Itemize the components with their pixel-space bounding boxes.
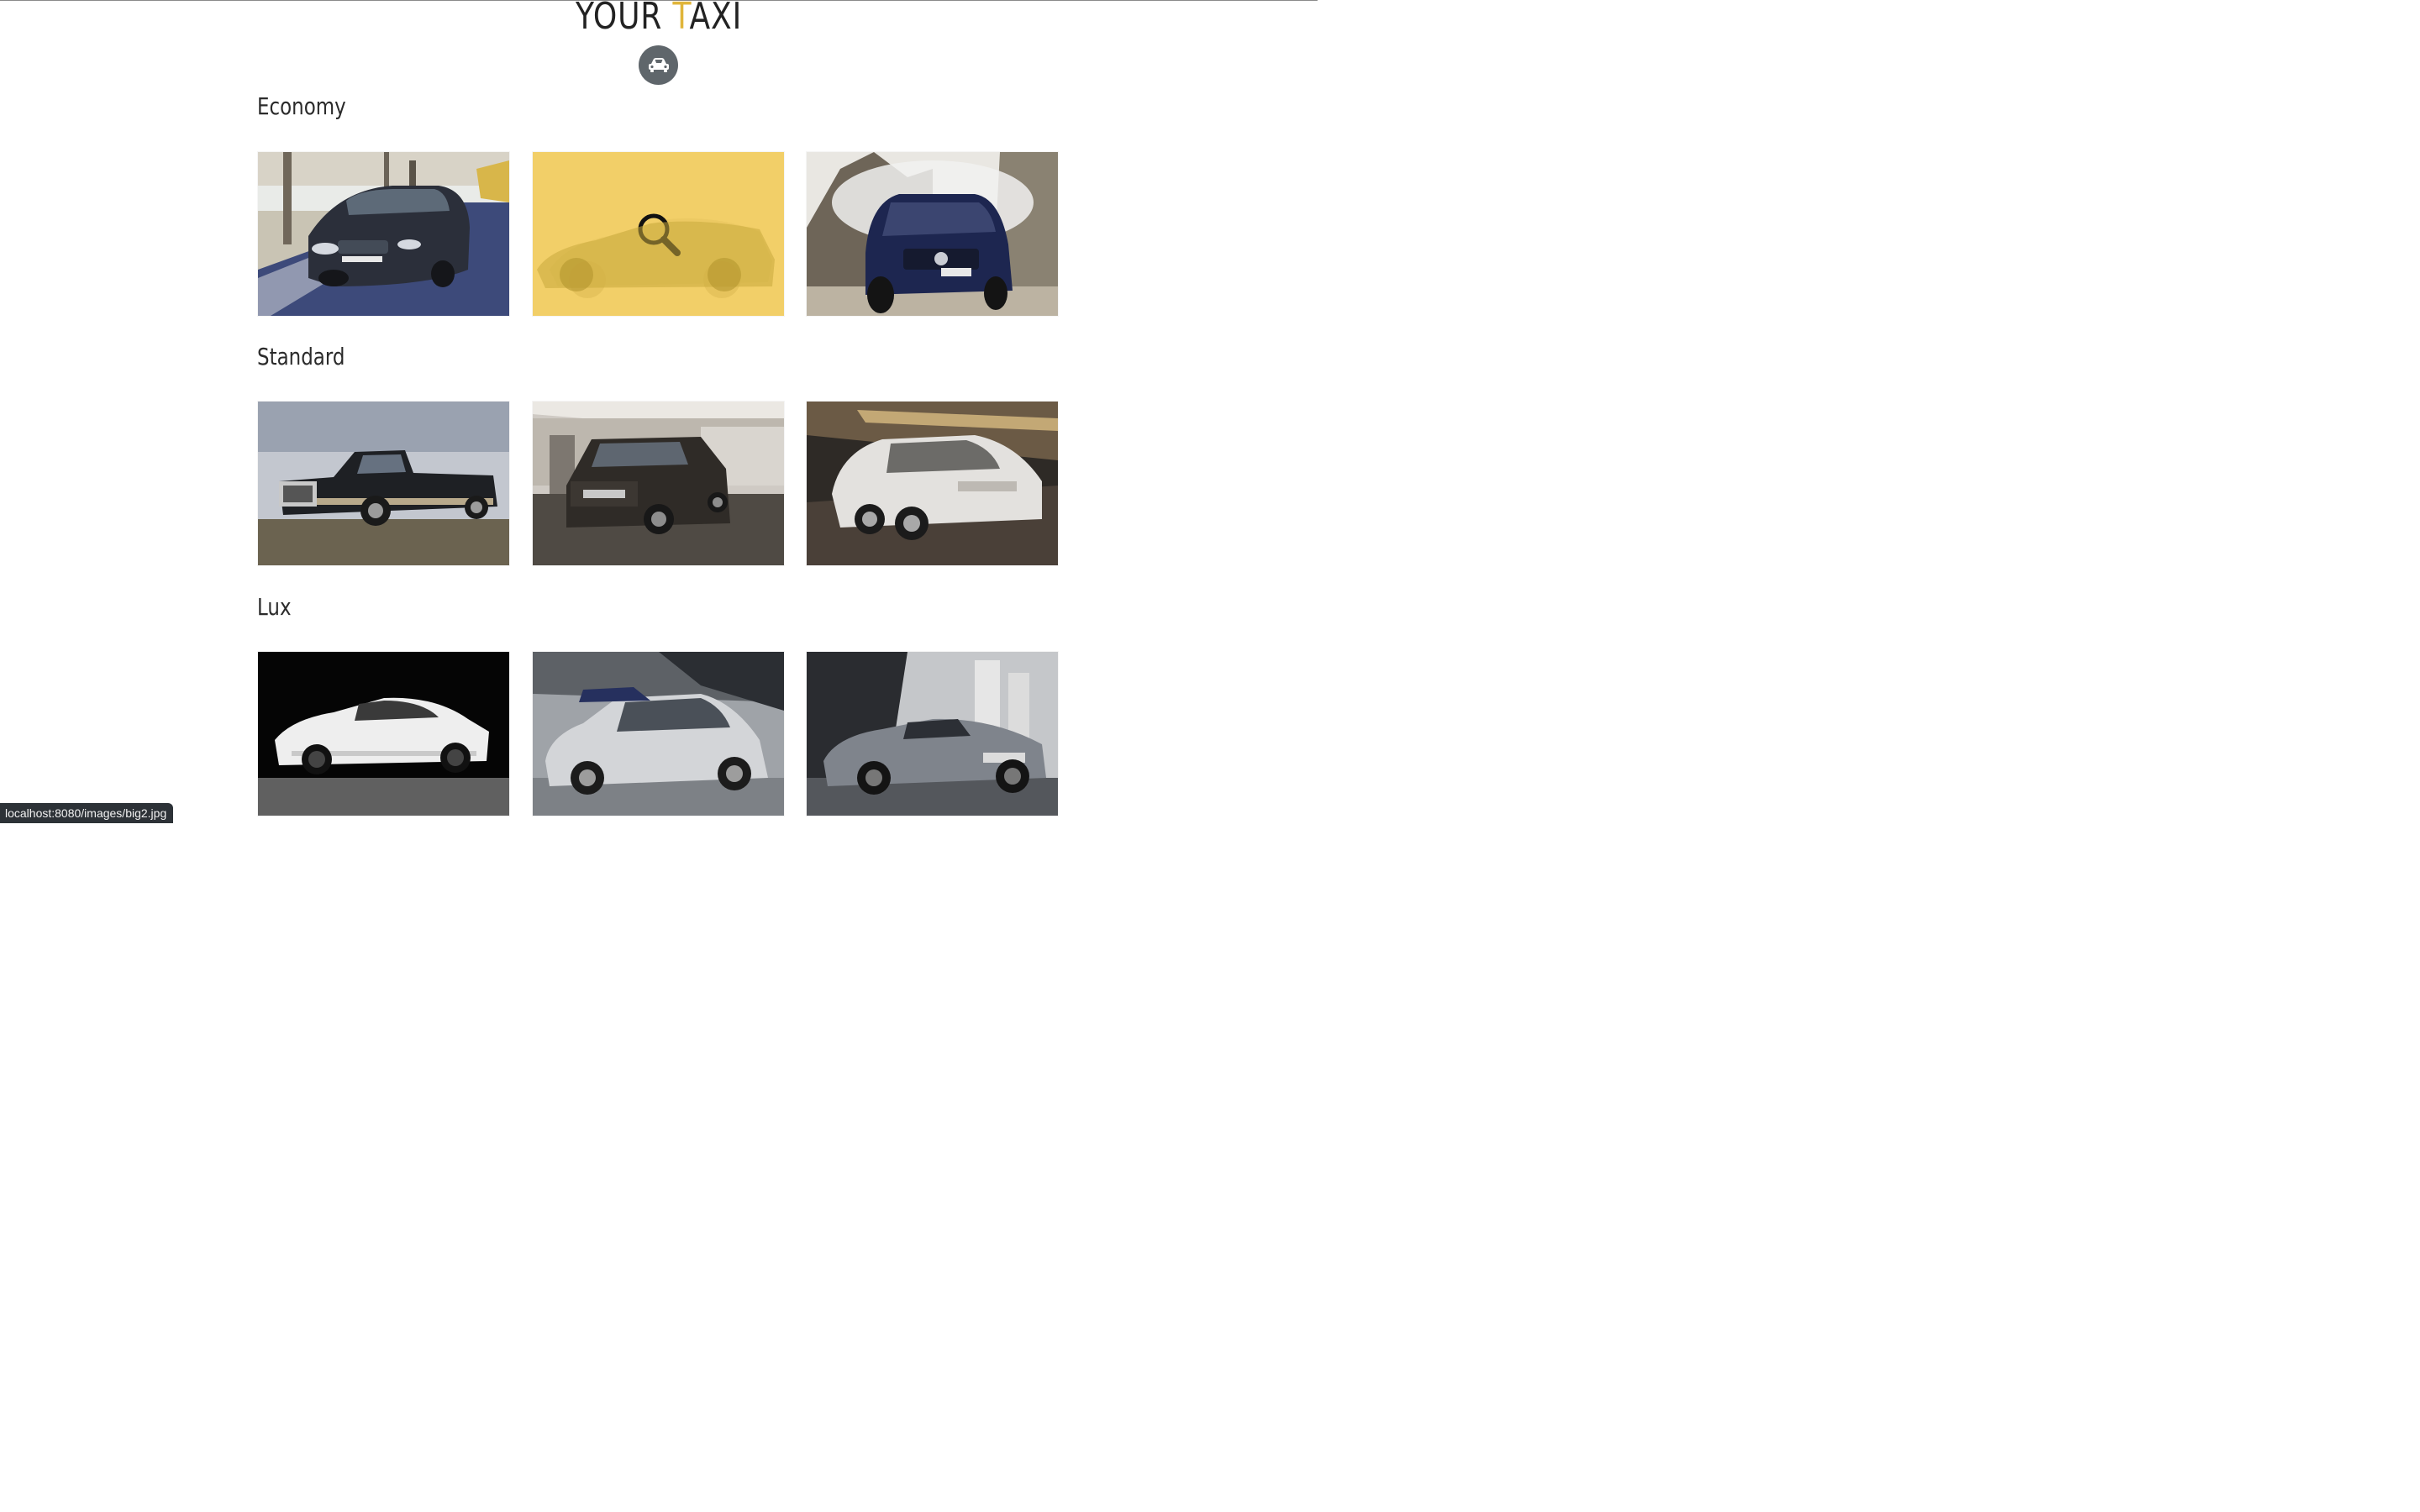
car-photo — [533, 652, 784, 816]
car-tile-lux-3[interactable] — [807, 652, 1058, 816]
car-photo — [258, 402, 509, 565]
car-tile-standard-1[interactable] — [258, 402, 509, 565]
car-icon — [648, 57, 669, 72]
logo-badge — [639, 45, 678, 85]
section-heading-lux: Lux — [257, 593, 292, 621]
car-photo — [807, 152, 1058, 316]
status-bar-link-preview: localhost:8080/images/big2.jpg — [0, 803, 174, 823]
car-photo — [807, 652, 1058, 816]
car-tile-lux-2[interactable] — [533, 652, 784, 816]
title-accent-letter: T — [672, 0, 690, 38]
car-tile-lux-1[interactable] — [258, 652, 509, 816]
car-tile-standard-3[interactable] — [807, 402, 1058, 565]
car-photo — [258, 652, 509, 816]
car-tile-economy-2[interactable] — [533, 152, 784, 316]
magnifier-icon — [638, 213, 681, 256]
car-photo — [258, 152, 509, 316]
hover-overlay — [533, 152, 784, 316]
car-photo — [533, 402, 784, 565]
car-tile-standard-2[interactable] — [533, 402, 784, 565]
page-title: YOUR TAXI — [118, 0, 1199, 39]
car-tile-economy-3[interactable] — [807, 152, 1058, 316]
section-heading-standard: Standard — [257, 343, 345, 370]
car-photo — [807, 402, 1058, 565]
section-heading-economy: Economy — [257, 92, 346, 120]
car-tile-economy-1[interactable] — [258, 152, 509, 316]
